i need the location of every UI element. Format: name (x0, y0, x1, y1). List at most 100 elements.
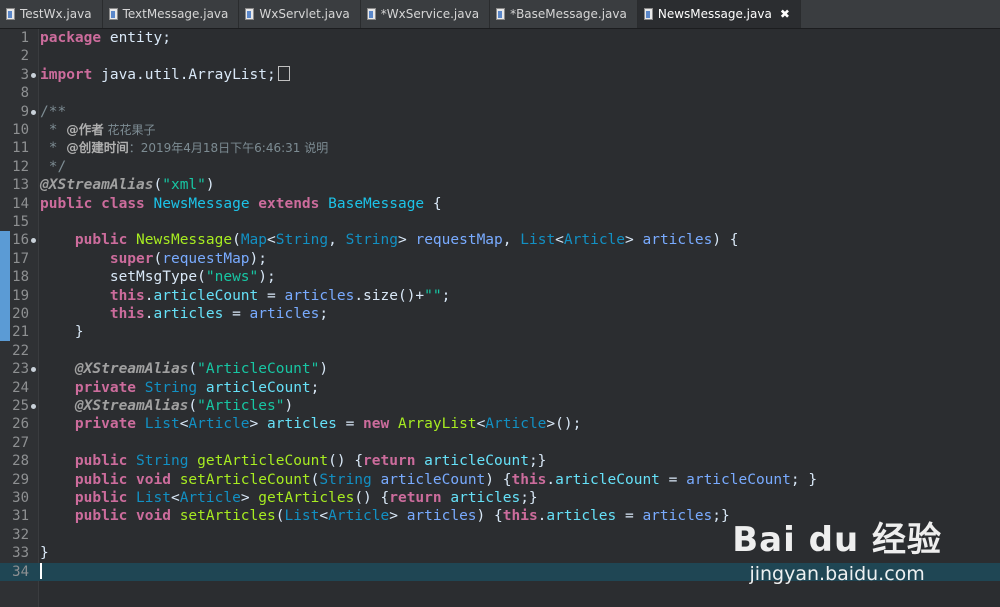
line-code: @XStreamAlias("Articles") (74, 398, 294, 414)
code-line[interactable]: 19 this.articleCount = articles.size()+"… (0, 287, 1000, 305)
line-number: 22 (12, 342, 29, 359)
line-code: package entity; (40, 30, 171, 46)
editor-tab-bar: TestWx.java TextMessage.java WxServlet.j… (0, 0, 1000, 29)
tab-wxservlet[interactable]: WxServlet.java (239, 0, 361, 28)
line-number: 30 (12, 490, 29, 506)
line-number: 16 (12, 232, 29, 249)
line-code: public NewsMessage(Map<String, String> r… (74, 232, 739, 249)
code-line[interactable]: 11 * @创建时间：2019年4月18日下午6:46:31 说明 (0, 139, 1000, 157)
code-line[interactable]: 10 * @作者 花花果子 (0, 121, 1000, 139)
code-line[interactable]: 13 @XStreamAlias("xml") (0, 176, 1000, 194)
line-number: 3 (20, 66, 29, 83)
tab-wxservice[interactable]: *WxService.java (361, 0, 491, 28)
code-line[interactable]: 18 setMsgType("news"); (0, 268, 1000, 286)
line-code: public List<Article> getArticles() {retu… (74, 490, 538, 506)
line-code: private List<Article> articles = new Arr… (74, 416, 582, 433)
code-line[interactable]: 15 (0, 213, 1000, 231)
line-number: 20 (12, 306, 29, 322)
line-code: * @创建时间：2019年4月18日下午6:46:31 说明 (40, 140, 329, 157)
line-number: 27 (12, 434, 29, 451)
code-line[interactable]: 28 public String getArticleCount() {retu… (0, 452, 1000, 470)
code-line[interactable]: 1 package entity; (0, 29, 1000, 47)
line-number: 19 (12, 287, 29, 304)
line-number: 1 (20, 30, 29, 46)
line-number: 21 (12, 324, 29, 341)
tab-label: *BaseMessage.java (510, 7, 627, 21)
close-icon[interactable]: ✖ (780, 7, 790, 21)
fold-toggle-icon[interactable] (31, 367, 36, 373)
code-line[interactable]: 14 public class NewsMessage extends BaseM… (0, 195, 1000, 213)
line-code: } (40, 545, 49, 562)
code-line[interactable]: 9 /** (0, 103, 1000, 121)
line-code: @XStreamAlias("ArticleCount") (74, 361, 329, 378)
java-file-icon (496, 8, 506, 20)
tab-basemessage[interactable]: *BaseMessage.java (490, 0, 638, 28)
line-number: 33 (12, 545, 29, 562)
line-number: 29 (12, 471, 29, 488)
fold-toggle-icon[interactable] (31, 109, 36, 115)
java-file-icon (245, 8, 255, 20)
line-number: 13 (12, 177, 29, 194)
java-file-icon (108, 8, 118, 20)
line-number: 31 (12, 508, 29, 525)
line-number: 28 (12, 453, 29, 470)
fold-toggle-icon[interactable] (31, 238, 36, 244)
line-code: * @作者 花花果子 (40, 122, 156, 138)
line-number: 34 (12, 563, 29, 580)
baidu-logo: Bai du 经验 (732, 520, 942, 560)
tab-label: TestWx.java (20, 7, 92, 21)
code-line[interactable]: 16 public NewsMessage(Map<String, String… (0, 231, 1000, 249)
line-number: 25 (12, 398, 29, 414)
line-code: */ (40, 158, 67, 175)
line-code (40, 562, 42, 581)
line-code: import java.util.ArrayList; (40, 65, 290, 84)
tab-testwx[interactable]: TestWx.java (0, 0, 103, 28)
line-code: @XStreamAlias("xml") (40, 177, 215, 194)
code-line[interactable]: 30 public List<Article> getArticles() {r… (0, 489, 1000, 507)
line-code: public String getArticleCount() {return … (74, 453, 547, 470)
line-code: } (40, 324, 84, 341)
code-line[interactable]: 17 super(requestMap); (0, 250, 1000, 268)
tab-newsmessage[interactable]: NewsMessage.java ✖ (637, 0, 801, 28)
code-line[interactable]: 24 private String articleCount; (0, 379, 1000, 397)
code-line[interactable]: 21 } (0, 323, 1000, 341)
collapsed-imports-icon[interactable] (277, 65, 290, 81)
tab-label: NewsMessage.java (657, 7, 772, 21)
code-line[interactable]: 3 import java.util.ArrayList; (0, 65, 1000, 84)
line-number: 15 (12, 214, 29, 230)
line-number: 8 (20, 85, 29, 102)
line-code: super(requestMap); (109, 250, 268, 267)
line-number: 18 (12, 269, 29, 286)
code-line[interactable]: 23 @XStreamAlias("ArticleCount") (0, 360, 1000, 378)
code-line[interactable]: 27 (0, 434, 1000, 452)
code-line[interactable]: 12 */ (0, 158, 1000, 176)
code-line[interactable]: 8 (0, 84, 1000, 102)
code-line[interactable]: 26 private List<Article> articles = new … (0, 415, 1000, 433)
line-code: this.articleCount = articles.size()+""; (109, 287, 451, 304)
code-line[interactable]: 2 (0, 47, 1000, 65)
line-code: public class NewsMessage extends BaseMes… (40, 195, 442, 212)
code-line[interactable]: 20 this.articles = articles; (0, 305, 1000, 323)
text-cursor (40, 562, 42, 579)
code-line[interactable]: 22 (0, 342, 1000, 360)
code-line[interactable]: 29 public void setArticleCount(String ar… (0, 471, 1000, 489)
line-number: 32 (12, 526, 29, 543)
tab-label: *WxService.java (380, 7, 480, 21)
line-number: 11 (12, 140, 29, 157)
line-code: setMsgType("news"); (40, 269, 276, 286)
line-number: 10 (12, 122, 29, 138)
line-number: 14 (12, 195, 29, 212)
watermark-url: jingyan.baidu.com (749, 563, 925, 585)
tab-label: WxServlet.java (259, 7, 350, 21)
tab-label: TextMessage.java (122, 7, 229, 21)
tab-textmessage[interactable]: TextMessage.java (103, 0, 240, 28)
fold-toggle-icon[interactable] (31, 404, 36, 409)
fold-toggle-icon[interactable] (31, 72, 36, 78)
tab-bar-empty-area (801, 0, 1000, 28)
line-number: 26 (12, 416, 29, 433)
line-number: 23 (12, 361, 29, 378)
code-line[interactable]: 25 @XStreamAlias("Articles") (0, 397, 1000, 415)
baidu-jingyan-watermark: Bai du 经验 jingyan.baidu.com (732, 512, 942, 585)
line-number: 9 (20, 103, 29, 120)
line-number: 12 (12, 158, 29, 175)
